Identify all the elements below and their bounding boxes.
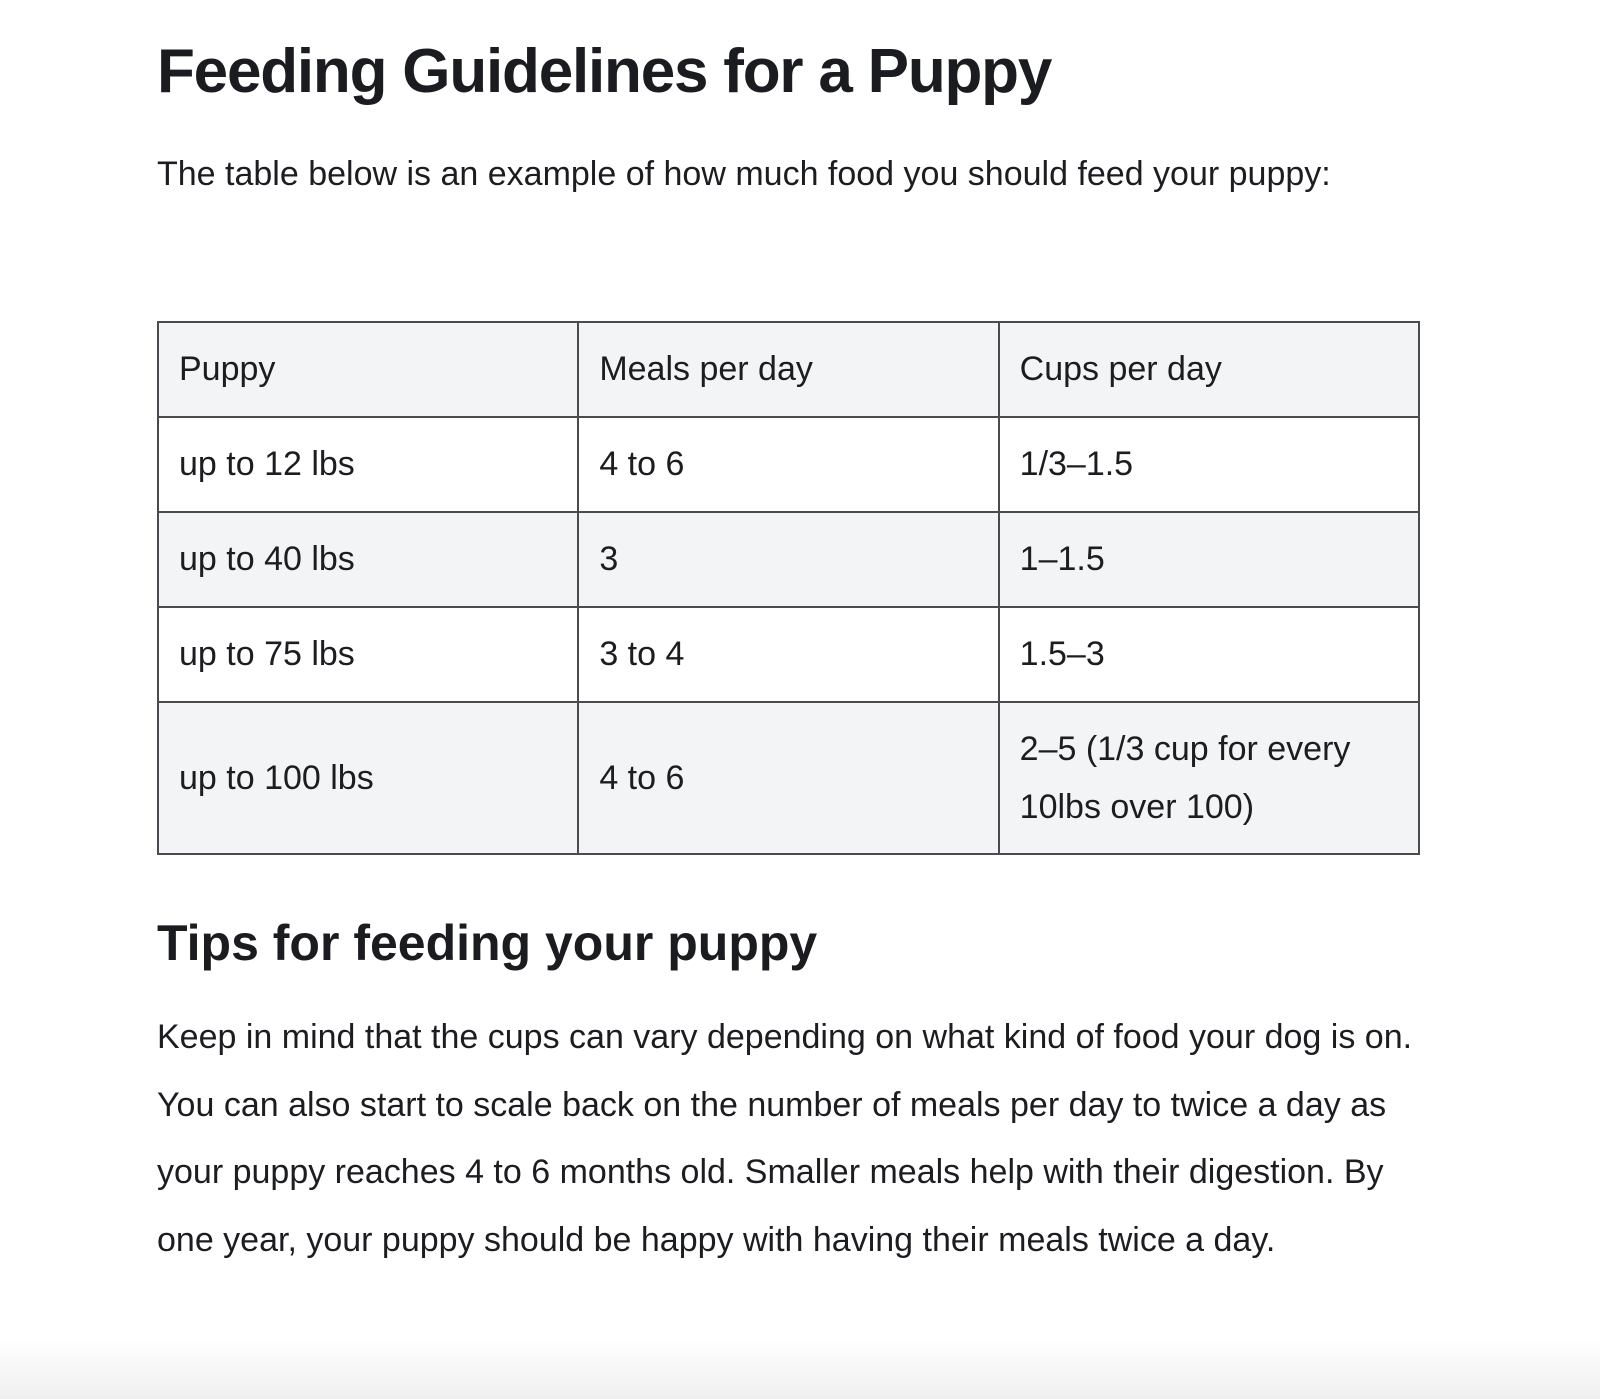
table-header-row: Puppy Meals per day Cups per day (156, 321, 1421, 418)
header-cups-per-day: Cups per day (997, 321, 1421, 418)
cell-cups-per-day: 1/3–1.5 (997, 416, 1421, 513)
cell-puppy-weight: up to 75 lbs (156, 606, 580, 703)
cell-meals-per-day: 4 to 6 (577, 701, 1000, 855)
cell-cups-per-day: 1–1.5 (997, 511, 1421, 608)
cell-puppy-weight: up to 12 lbs (156, 416, 580, 513)
cell-meals-per-day: 4 to 6 (577, 416, 1000, 513)
page-title: Feeding Guidelines for a Puppy (157, 37, 1052, 106)
table-row: up to 75 lbs 3 to 4 1.5–3 (156, 606, 1421, 703)
header-puppy: Puppy (156, 321, 580, 418)
bottom-fade (0, 1339, 1600, 1399)
header-meals-per-day: Meals per day (577, 321, 1000, 418)
table-row: up to 40 lbs 3 1–1.5 (156, 511, 1421, 608)
table-row: up to 100 lbs 4 to 6 2–5 (1/3 cup for ev… (156, 701, 1421, 855)
cell-meals-per-day: 3 (577, 511, 1000, 608)
cell-puppy-weight: up to 100 lbs (156, 701, 580, 855)
table-row: up to 12 lbs 4 to 6 1/3–1.5 (156, 416, 1421, 513)
feeding-table: Puppy Meals per day Cups per day up to 1… (156, 321, 1421, 855)
cell-cups-per-day: 2–5 (1/3 cup for every 10lbs over 100) (997, 701, 1421, 855)
tips-paragraph: Keep in mind that the cups can vary depe… (157, 1018, 1413, 1259)
intro-paragraph: The table below is an example of how muc… (157, 155, 1331, 193)
tips-heading: Tips for feeding your puppy (157, 915, 818, 971)
cell-meals-per-day: 3 to 4 (577, 606, 1000, 703)
cell-cups-per-day: 1.5–3 (997, 606, 1421, 703)
cell-puppy-weight: up to 40 lbs (156, 511, 580, 608)
